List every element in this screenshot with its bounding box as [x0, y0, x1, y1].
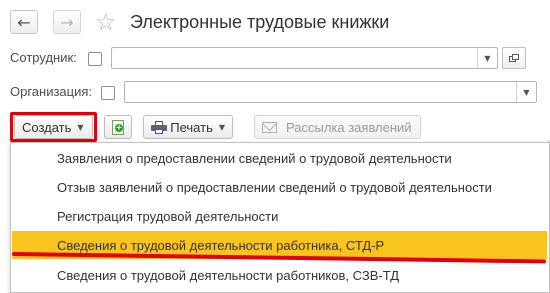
employee-dropdown-button[interactable]: ▼ [477, 48, 497, 68]
chevron-down-icon: ▼ [484, 53, 491, 63]
organization-filter-checkbox[interactable] [101, 86, 115, 100]
organization-label: Организация: [10, 84, 93, 99]
forward-button[interactable]: → [53, 10, 81, 34]
favorite-star-icon[interactable]: ☆ [95, 9, 117, 35]
menu-item-label: Заявления о предоставлении сведений о тр… [57, 150, 452, 166]
mailing-button-label: Рассылка заявлений [286, 119, 412, 135]
print-button-label: Печать [170, 119, 213, 135]
open-employee-button[interactable] [502, 47, 526, 69]
employee-label: Сотрудник: [10, 50, 77, 65]
menu-item-label: Регистрация трудовой деятельности [57, 208, 279, 224]
printer-icon [151, 120, 167, 134]
menu-item-label: Сведения о трудовой деятельности работни… [57, 237, 385, 253]
add-document-button[interactable]: + [104, 115, 132, 139]
menu-item-statements[interactable]: Заявления о предоставлении сведений о тр… [11, 144, 549, 172]
menu-item-label: Сведения о трудовой деятельности работни… [57, 267, 400, 283]
organization-dropdown-button[interactable]: ▼ [516, 82, 536, 102]
add-document-icon: + [112, 119, 124, 135]
menu-item-registration[interactable]: Регистрация трудовой деятельности [11, 202, 549, 230]
employee-field[interactable]: ▼ [111, 47, 498, 69]
arrow-right-icon: → [60, 12, 74, 32]
menu-item-statements-revoke[interactable]: Отзыв заявлений о предоставлении сведени… [11, 173, 549, 201]
envelope-icon [262, 121, 277, 133]
menu-item-label: Отзыв заявлений о предоставлении сведени… [57, 179, 492, 195]
create-dropdown-menu: Заявления о предоставлении сведений о тр… [10, 142, 550, 293]
caret-down-icon: ▼ [218, 122, 225, 132]
arrow-left-icon: ← [17, 12, 31, 32]
caret-down-icon: ▼ [77, 122, 84, 132]
organization-field[interactable]: ▼ [124, 81, 537, 103]
open-form-icon [509, 54, 519, 62]
print-button[interactable]: Печать ▼ [143, 115, 233, 139]
menu-item-szv-td[interactable]: Сведения о трудовой деятельности работни… [11, 261, 549, 289]
employee-filter-checkbox[interactable] [88, 52, 102, 66]
create-button-label: Создать [22, 119, 72, 135]
create-button[interactable]: Создать ▼ [14, 115, 93, 139]
page-title: Электронные трудовые книжки [130, 12, 390, 32]
mailing-button[interactable]: Рассылка заявлений [254, 115, 421, 139]
chevron-down-icon: ▼ [523, 87, 530, 97]
back-button[interactable]: ← [10, 10, 38, 34]
